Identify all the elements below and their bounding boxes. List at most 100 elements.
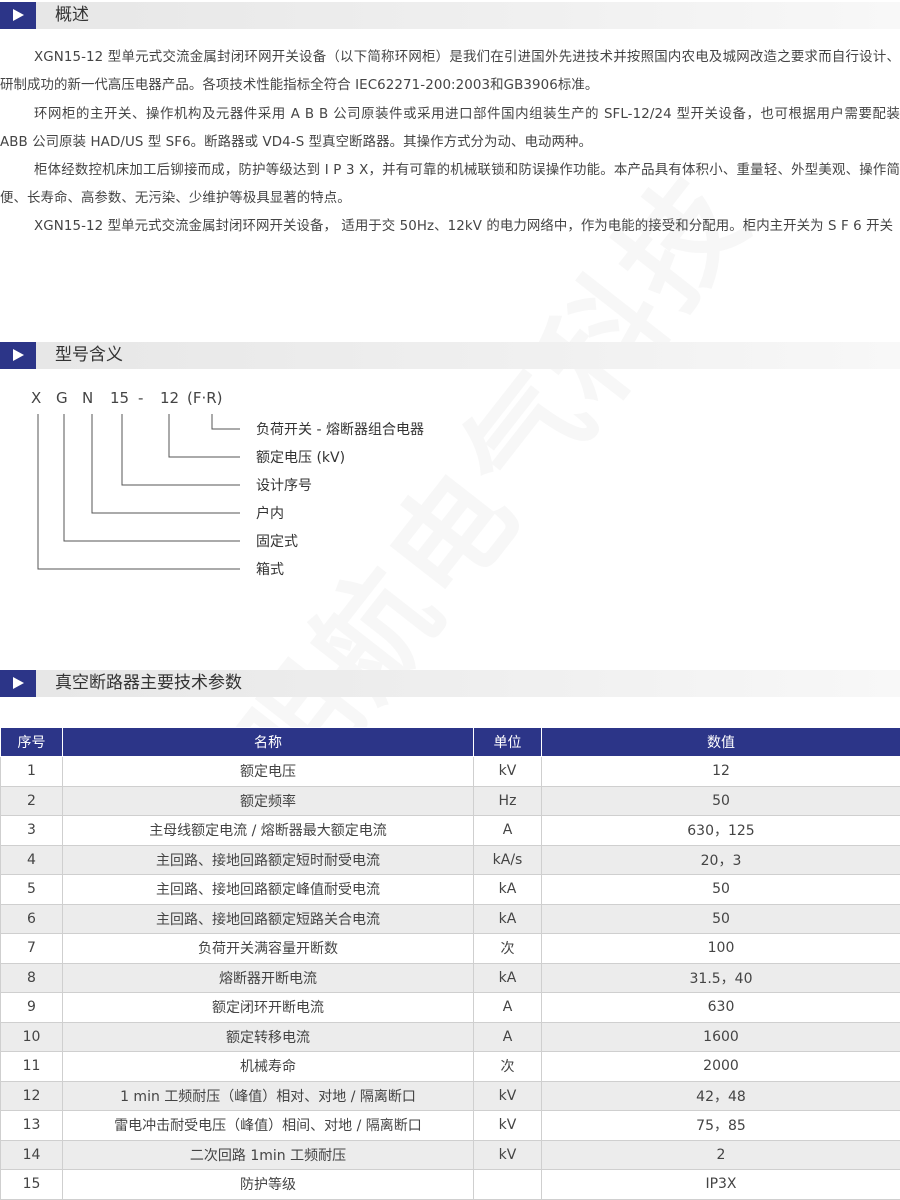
param-unit: 次 [474, 1052, 542, 1082]
param-value: 50 [542, 786, 900, 816]
column-header: 数值 [542, 728, 900, 757]
params-table: 序号 名称 单位 数值 1额定电压kV122额定频率Hz503主母线额定电流 /… [0, 727, 900, 1200]
param-name: 额定转移电流 [63, 1022, 474, 1052]
param-unit: kA/s [474, 845, 542, 875]
model-meaning: 固定式 [256, 532, 298, 552]
param-value: 630 [542, 993, 900, 1023]
section-header-params: 真空断路器主要技术参数 [0, 670, 900, 697]
table-row: 13雷电冲击耐受电压（峰值）相间、对地 / 隔离断口kV75，85 [1, 1111, 900, 1141]
param-unit: A [474, 816, 542, 846]
model-code-part: G [56, 389, 68, 407]
param-name: 额定闭环开断电流 [63, 993, 474, 1023]
play-arrow-icon [0, 2, 36, 29]
row-number: 10 [1, 1022, 63, 1052]
param-unit: A [474, 993, 542, 1023]
table-row: 8熔断器开断电流kA31.5，40 [1, 963, 900, 993]
table-row: 15防护等级 IP3X [1, 1170, 900, 1200]
model-meaning: 箱式 [256, 560, 284, 580]
param-value: 50 [542, 904, 900, 934]
column-header: 名称 [63, 728, 474, 757]
param-name: 主母线额定电流 / 熔断器最大额定电流 [63, 816, 474, 846]
param-name: 机械寿命 [63, 1052, 474, 1082]
param-unit: kV [474, 1081, 542, 1111]
row-number: 14 [1, 1140, 63, 1170]
model-code-part: - [138, 389, 143, 407]
param-value: 20，3 [542, 845, 900, 875]
param-value: 1600 [542, 1022, 900, 1052]
tree-connector [64, 414, 240, 541]
table-row: 10额定转移电流A1600 [1, 1022, 900, 1052]
model-meaning: 额定电压 (kV) [256, 448, 345, 468]
model-meaning: 负荷开关 - 熔断器组合电器 [256, 420, 424, 440]
model-code-part: X [31, 389, 41, 407]
table-row: 11机械寿命次2000 [1, 1052, 900, 1082]
table-row: 5主回路、接地回路额定峰值耐受电流kA50 [1, 875, 900, 905]
param-value: 42，48 [542, 1081, 900, 1111]
row-number: 11 [1, 1052, 63, 1082]
param-unit: Hz [474, 786, 542, 816]
overview-paragraph: XGN15-12 型单元式交流金属封闭环网开关设备（以下简称环网柜）是我们在引进… [0, 44, 900, 99]
param-unit: kV [474, 1140, 542, 1170]
model-code-part: 15 [110, 389, 129, 407]
table-row: 4主回路、接地回路额定短时耐受电流kA/s20，3 [1, 845, 900, 875]
play-arrow-icon [0, 342, 36, 369]
param-name: 额定频率 [63, 786, 474, 816]
param-unit: kV [474, 757, 542, 787]
param-unit: kA [474, 963, 542, 993]
param-value: 2 [542, 1140, 900, 1170]
tree-connector [38, 414, 240, 569]
section-title: 真空断路器主要技术参数 [55, 670, 242, 697]
table-row: 3主母线额定电流 / 熔断器最大额定电流A630，125 [1, 816, 900, 846]
param-unit [474, 1170, 542, 1200]
param-value: 630，125 [542, 816, 900, 846]
param-name: 负荷开关满容量开断数 [63, 934, 474, 964]
column-header: 单位 [474, 728, 542, 757]
row-number: 4 [1, 845, 63, 875]
table-row: 9额定闭环开断电流A630 [1, 993, 900, 1023]
row-number: 8 [1, 963, 63, 993]
param-name: 主回路、接地回路额定短路关合电流 [63, 904, 474, 934]
param-name: 主回路、接地回路额定峰值耐受电流 [63, 875, 474, 905]
overview-paragraph: 柜体经数控机床加工后铆接而成，防护等级达到 I P 3 X，并有可靠的机械联锁和… [0, 157, 900, 212]
model-code-part: 12 [160, 389, 179, 407]
model-code: X G N 15 - 12 (F·R) [31, 389, 291, 413]
section-title: 型号含义 [55, 342, 123, 369]
param-value: 100 [542, 934, 900, 964]
param-name: 主回路、接地回路额定短时耐受电流 [63, 845, 474, 875]
model-meaning: 户内 [256, 504, 284, 524]
param-name: 额定电压 [63, 757, 474, 787]
row-number: 7 [1, 934, 63, 964]
param-unit: kV [474, 1111, 542, 1141]
param-unit: 次 [474, 934, 542, 964]
row-number: 9 [1, 993, 63, 1023]
model-code-part: N [82, 389, 93, 407]
table-row: 121 min 工频耐压（峰值）相对、对地 / 隔离断口kV42，48 [1, 1081, 900, 1111]
tree-connector [92, 414, 240, 513]
param-name: 1 min 工频耐压（峰值）相对、对地 / 隔离断口 [63, 1081, 474, 1111]
column-header: 序号 [1, 728, 63, 757]
overview-paragraph: XGN15-12 型单元式交流金属封闭环网开关设备， 适用于交 50Hz、12k… [0, 213, 900, 241]
tree-connector [122, 414, 240, 485]
param-unit: kA [474, 904, 542, 934]
table-row: 2额定频率Hz50 [1, 786, 900, 816]
param-value: 12 [542, 757, 900, 787]
row-number: 5 [1, 875, 63, 905]
section-header-overview: 概述 [0, 2, 900, 29]
param-unit: A [474, 1022, 542, 1052]
row-number: 3 [1, 816, 63, 846]
table-row: 1额定电压kV12 [1, 757, 900, 787]
param-name: 熔断器开断电流 [63, 963, 474, 993]
row-number: 15 [1, 1170, 63, 1200]
param-name: 雷电冲击耐受电压（峰值）相间、对地 / 隔离断口 [63, 1111, 474, 1141]
param-name: 防护等级 [63, 1170, 474, 1200]
param-value: 31.5，40 [542, 963, 900, 993]
param-value: IP3X [542, 1170, 900, 1200]
section-title: 概述 [55, 2, 89, 29]
table-row: 14二次回路 1min 工频耐压kV2 [1, 1140, 900, 1170]
row-number: 6 [1, 904, 63, 934]
row-number: 1 [1, 757, 63, 787]
overview-paragraph: 环网柜的主开关、操作机构及元器件采用 A B B 公司原装件或采用进口部件国内组… [0, 101, 900, 156]
param-value: 75，85 [542, 1111, 900, 1141]
tree-connector [169, 414, 240, 457]
row-number: 13 [1, 1111, 63, 1141]
